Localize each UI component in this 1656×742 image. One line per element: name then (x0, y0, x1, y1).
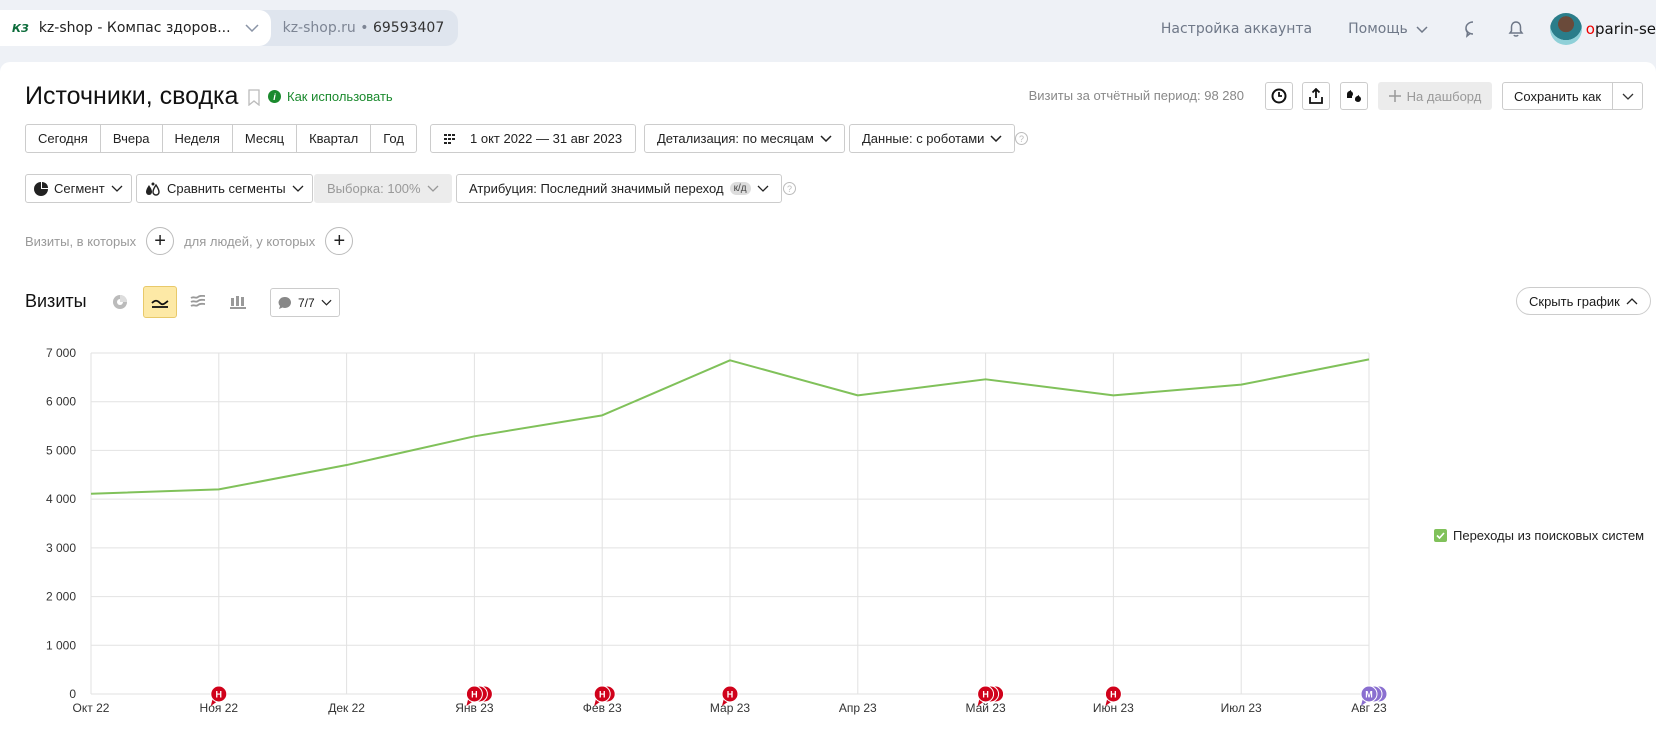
y-tick-label: 6 000 (46, 395, 76, 409)
x-tick-label: Янв 23 (455, 701, 494, 715)
y-tick-label: 1 000 (46, 638, 76, 652)
y-tick-label: 2 000 (46, 590, 76, 604)
x-tick-label: Окт 22 (73, 701, 110, 715)
x-tick-label: Июн 23 (1093, 701, 1134, 715)
x-tick-label: Фев 23 (583, 701, 622, 715)
note-letter: Н (727, 690, 734, 700)
note-letter: М (1365, 690, 1373, 700)
x-tick-label: Дек 22 (328, 701, 365, 715)
x-tick-label: Ноя 22 (200, 701, 239, 715)
y-tick-label: 4 000 (46, 492, 76, 506)
x-tick-label: Мар 23 (710, 701, 750, 715)
x-tick-label: Май 23 (965, 701, 1006, 715)
note-letter: Н (1110, 690, 1117, 700)
visits-line-chart: 0 1 000 2 000 3 000 4 000 5 000 6 000 7 000 Окт… (0, 0, 1656, 733)
note-letter: Н (599, 690, 606, 700)
y-tick-label: 5 000 (46, 443, 76, 457)
y-tick-label: 0 (69, 687, 76, 701)
note-letter: Н (216, 690, 223, 700)
x-tick-label: Апр 23 (839, 701, 877, 715)
note-letter: Н (982, 690, 989, 700)
y-tick-label: 3 000 (46, 541, 76, 555)
x-tick-label: Авг 23 (1351, 701, 1387, 715)
note-letter: Н (471, 690, 478, 700)
x-tick-label: Июл 23 (1221, 701, 1262, 715)
y-tick-label: 7 000 (46, 346, 76, 360)
